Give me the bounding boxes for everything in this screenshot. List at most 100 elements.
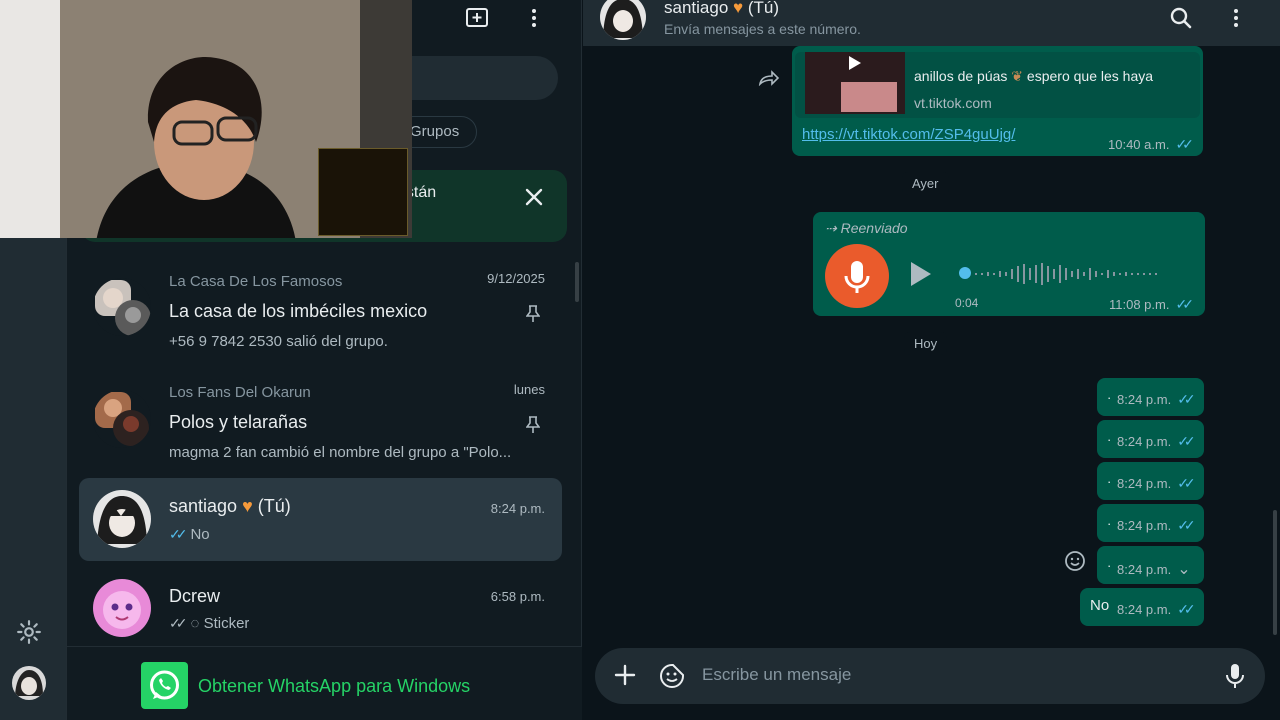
- voice-duration: 0:04: [955, 296, 979, 310]
- contact-name-suffix: (Tú): [747, 0, 780, 17]
- chat-preview: magma 2 fan cambió el nombre del grupo a…: [169, 444, 512, 461]
- audio-waveform[interactable]: [973, 260, 1183, 288]
- play-icon[interactable]: [911, 262, 931, 286]
- link-url[interactable]: https://vt.tiktok.com/ZSP4guUjg/: [802, 126, 1015, 143]
- forwarded-label: ⇢ Reenviado: [825, 220, 908, 237]
- message-time: 8:24 p.m.: [1117, 602, 1172, 617]
- link-message[interactable]: anillos de púas ❦ espero que les haya vt…: [792, 46, 1203, 156]
- chat-name: santiago ♥ (Tú): [169, 496, 291, 517]
- day-separator-yesterday: Ayer: [902, 172, 949, 195]
- conversation-header[interactable]: santiago ♥ (Tú) Envía mensajes a este nú…: [583, 0, 1280, 46]
- chat-preview: +56 9 7842 2530 salió del grupo.: [169, 333, 388, 350]
- forward-icon[interactable]: [758, 70, 780, 86]
- voice-message[interactable]: ⇢ Reenviado 0:04 11:08 p.m. ✓✓: [813, 212, 1205, 316]
- message-text: ·: [1107, 558, 1112, 573]
- chat-time: 8:24 p.m.: [490, 501, 545, 516]
- pin-icon: [526, 305, 540, 322]
- link-title: anillos de púas ❦ espero que les haya: [914, 68, 1153, 85]
- contact-avatar: [93, 579, 151, 637]
- sticker-icon: ◌: [190, 615, 204, 632]
- sent-ticks-icon: ✓✓: [169, 615, 188, 631]
- link-preview[interactable]: anillos de púas ❦ espero que les haya vt…: [795, 52, 1200, 118]
- message-time: 8:24 p.m.: [1117, 434, 1172, 449]
- message-bubble[interactable]: · 8:24 p.m. ✓✓: [1097, 378, 1204, 416]
- chat-time: 6:58 p.m.: [490, 589, 545, 604]
- read-ticks-icon: ✓✓: [1177, 475, 1196, 491]
- gear-icon[interactable]: [16, 619, 42, 645]
- chat-preview-text: Sticker: [203, 615, 250, 632]
- message-text: ·: [1107, 474, 1112, 489]
- link-title-tail: espero que les haya: [1026, 68, 1154, 84]
- message-bubble[interactable]: · 8:24 p.m. ✓✓: [1097, 420, 1204, 458]
- day-separator-today: Hoy: [904, 332, 948, 355]
- close-icon[interactable]: [523, 186, 545, 208]
- read-ticks-icon: ✓✓: [169, 526, 188, 542]
- chat-name-text: santiago: [169, 496, 238, 516]
- message-bubble-hovered[interactable]: · 8:24 p.m. ⌄: [1097, 546, 1204, 584]
- menu-icon[interactable]: [529, 6, 539, 30]
- chat-item-santiago[interactable]: santiago ♥ (Tú) ✓✓ No 8:24 p.m.: [79, 478, 562, 561]
- sticker-icon[interactable]: [659, 663, 685, 689]
- react-emoji-icon[interactable]: [1064, 550, 1086, 572]
- webcam-overlay: [0, 0, 412, 238]
- whatsapp-window: Grupos están La Casa De Los Famosos La c…: [0, 0, 1280, 720]
- chat-name-suffix: (Tú): [257, 496, 291, 516]
- chat-group-name: Los Fans Del Okarun: [169, 384, 311, 401]
- message-input[interactable]: Escribe un mensaje: [702, 665, 851, 685]
- download-footer[interactable]: Obtener WhatsApp para Windows: [67, 646, 582, 720]
- link-domain: vt.tiktok.com: [914, 95, 992, 111]
- plus-icon[interactable]: [613, 663, 637, 687]
- orange-heart-icon: ♥: [242, 496, 253, 516]
- read-ticks-icon: ✓✓: [1177, 601, 1196, 617]
- message-meta: 8:24 p.m. ✓✓: [1117, 475, 1196, 492]
- contact-avatar[interactable]: [600, 0, 646, 40]
- chat-item-dcrew[interactable]: Dcrew ✓✓ ◌ Sticker 6:58 p.m.: [79, 566, 562, 646]
- message-composer[interactable]: Escribe un mensaje: [595, 648, 1265, 704]
- microphone-icon[interactable]: [1225, 662, 1245, 690]
- message-text: ·: [1107, 390, 1112, 405]
- read-ticks-icon: ✓✓: [1175, 136, 1194, 152]
- chat-preview: ✓✓ ◌ Sticker: [169, 615, 249, 632]
- read-ticks-icon: ✓✓: [1177, 391, 1196, 407]
- message-text: ·: [1107, 516, 1112, 531]
- conversation-scrollbar[interactable]: [1273, 510, 1277, 635]
- message-bubble[interactable]: No 8:24 p.m. ✓✓: [1080, 588, 1204, 626]
- menu-icon[interactable]: [1231, 6, 1241, 30]
- contact-avatar: [93, 490, 151, 548]
- message-text: No: [1090, 597, 1110, 614]
- profile-avatar[interactable]: [12, 666, 46, 700]
- webcam-person: [96, 56, 296, 238]
- download-link[interactable]: Obtener WhatsApp para Windows: [198, 676, 470, 697]
- chat-preview-text: No: [190, 526, 210, 543]
- pin-icon: [526, 416, 540, 433]
- message-meta: 8:24 p.m. ✓✓: [1117, 517, 1196, 534]
- forwarded-label-text: Reenviado: [840, 220, 908, 236]
- voice-avatar: [825, 244, 889, 308]
- message-bubble[interactable]: · 8:24 p.m. ✓✓: [1097, 462, 1204, 500]
- chevron-down-icon[interactable]: ⌄: [1177, 561, 1190, 578]
- chat-name: La casa de los imbéciles mexico: [169, 301, 428, 321]
- audio-scrubber[interactable]: [959, 267, 971, 279]
- message-meta: 8:24 p.m. ⌄: [1117, 559, 1191, 579]
- chat-name: Polos y telarañas: [169, 412, 308, 432]
- message-bubble[interactable]: · 8:24 p.m. ✓✓: [1097, 504, 1204, 542]
- message-time: 11:08 p.m.: [1109, 297, 1170, 312]
- search-icon[interactable]: [1170, 7, 1192, 29]
- contact-subtitle: Envía mensajes a este número.: [664, 21, 861, 37]
- message-meta: 11:08 p.m. ✓✓: [1109, 296, 1194, 313]
- webcam-terminal: [318, 148, 408, 236]
- forwarded-icon: ⇢: [825, 220, 841, 236]
- read-ticks-icon: ✓✓: [1177, 433, 1196, 449]
- chat-name: Dcrew: [169, 586, 221, 606]
- message-meta: 8:24 p.m. ✓✓: [1117, 601, 1196, 618]
- filter-chip-label: Grupos: [410, 123, 460, 140]
- new-chat-icon[interactable]: [465, 6, 489, 30]
- list-scrollbar[interactable]: [575, 262, 579, 302]
- conversation-panel: santiago ♥ (Tú) Envía mensajes a este nú…: [583, 0, 1280, 720]
- chat-item-polos[interactable]: Los Fans Del Okarun Polos y telarañas ma…: [79, 370, 562, 472]
- message-time: 8:24 p.m.: [1117, 392, 1172, 407]
- group-avatar: [93, 278, 151, 336]
- message-text: ·: [1107, 432, 1112, 447]
- chat-item-la-casa[interactable]: La Casa De Los Famosos La casa de los im…: [79, 258, 562, 366]
- chat-time: lunes: [513, 382, 545, 397]
